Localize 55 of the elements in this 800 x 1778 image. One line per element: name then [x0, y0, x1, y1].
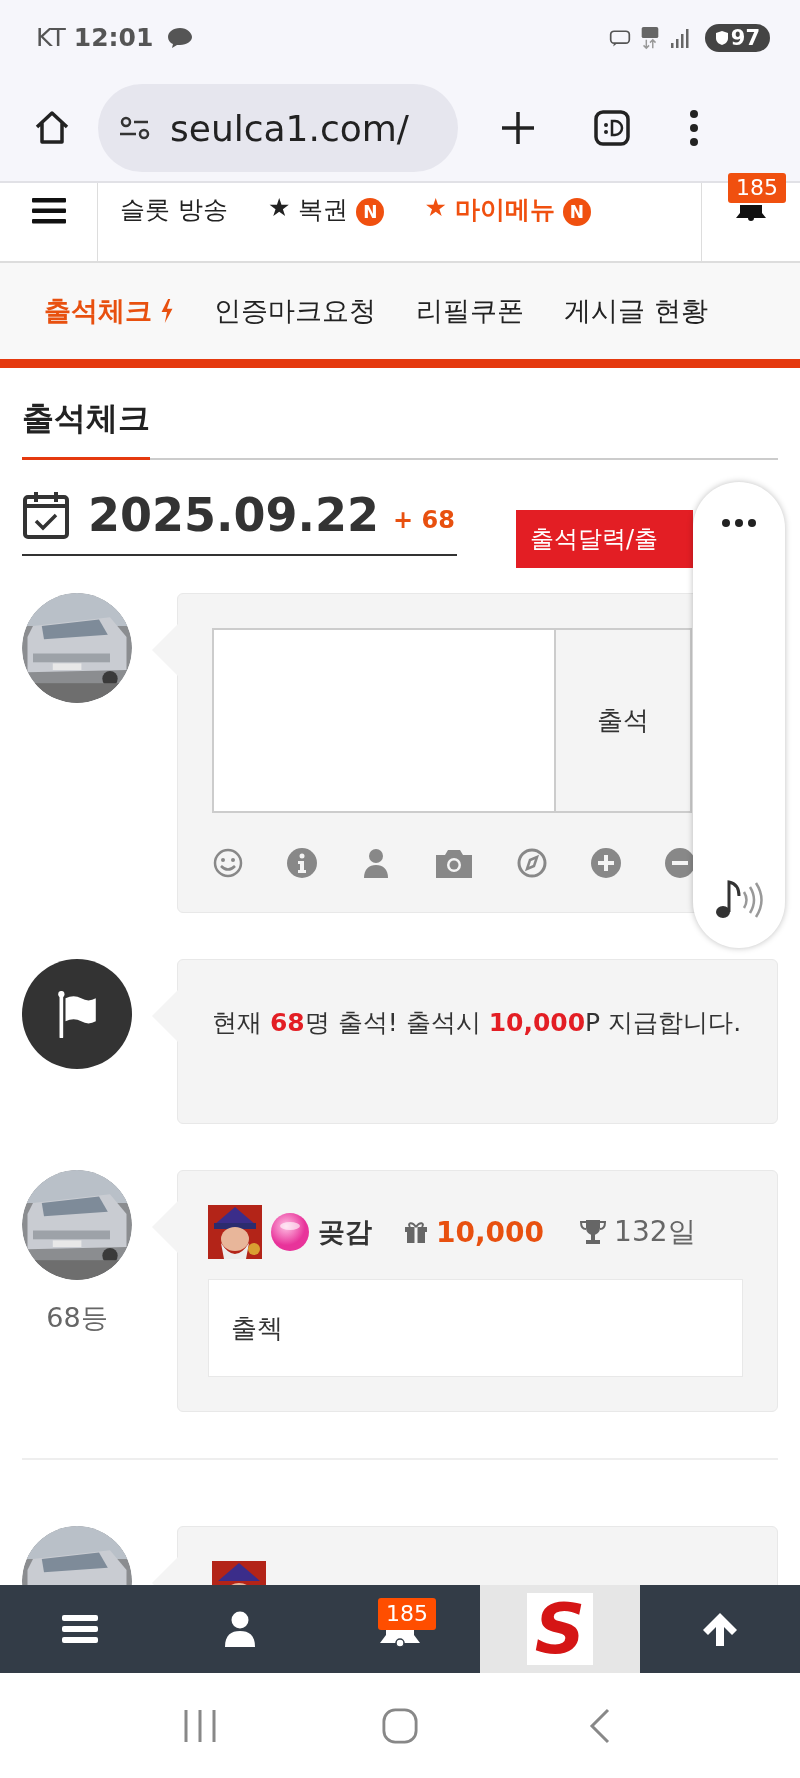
calendar-icon — [22, 490, 70, 540]
nav-link[interactable]: 슬롯 방송 — [120, 193, 228, 233]
info-icon[interactable] — [286, 847, 318, 879]
comment-input[interactable] — [212, 628, 556, 813]
menu-icon[interactable] — [31, 197, 66, 225]
recent-apps-icon[interactable] — [182, 1707, 218, 1744]
point-amount: 10,000 — [436, 1215, 545, 1249]
menu-icon[interactable] — [62, 1614, 98, 1644]
shield-icon — [714, 29, 729, 46]
user-icon[interactable] — [225, 1611, 255, 1647]
tab[interactable]: 인증마크요청 — [214, 293, 376, 329]
music-sound-icon[interactable] — [714, 878, 764, 920]
arrow-up-icon[interactable] — [701, 1611, 739, 1647]
more-icon[interactable] — [688, 108, 700, 148]
date-heading: 2025.09.22 — [88, 488, 379, 542]
camera-icon[interactable] — [434, 847, 474, 879]
user-name[interactable]: 곶감 — [318, 1214, 372, 1250]
comment-body: 출첵 — [208, 1279, 743, 1377]
submit-button[interactable]: 출석 — [556, 628, 692, 813]
level-orb-icon — [270, 1212, 310, 1252]
plus-circle-icon[interactable] — [590, 847, 622, 879]
carrier: KT — [36, 23, 66, 52]
attendance-count: + 68 — [393, 506, 455, 534]
address-bar[interactable]: seulca1.com/ — [98, 84, 458, 172]
flag-icon — [56, 990, 98, 1038]
tab[interactable]: 게시글 현황 — [564, 293, 708, 329]
rank-label: 68등 — [46, 1301, 108, 1335]
new-badge: N — [562, 198, 591, 226]
tab[interactable]: 출석체크 — [44, 293, 174, 329]
chat-icon — [167, 26, 194, 49]
minus-circle-icon[interactable] — [664, 847, 696, 879]
page-title: 출석체크 — [22, 397, 150, 460]
bell-icon[interactable] — [736, 205, 766, 221]
notice-text: 현재 68명 출석! 출석시 10,000P 지급합니다. — [212, 1007, 743, 1039]
smiley-icon[interactable] — [212, 847, 244, 879]
nav-link[interactable]: ★ 복권 N — [267, 193, 385, 233]
calendar-button[interactable]: 출석달력/출 — [516, 510, 693, 568]
trophy-icon — [580, 1219, 607, 1245]
tab[interactable]: 리필쿠폰 — [416, 293, 524, 329]
compass-icon[interactable] — [516, 847, 548, 879]
new-badge: N — [356, 198, 385, 226]
site-logo[interactable]: S — [527, 1593, 593, 1665]
url-text: seulca1.com/ — [170, 107, 409, 149]
more-icon[interactable] — [721, 518, 757, 528]
nav-link[interactable]: ★ 마이메뉴 N — [424, 193, 591, 233]
notification-count: 185 — [378, 1598, 436, 1630]
tune-icon — [118, 115, 152, 141]
notification-count: 185 — [728, 173, 786, 203]
home-button-icon[interactable] — [382, 1707, 418, 1744]
gift-icon — [404, 1221, 428, 1243]
tab-switcher-icon[interactable] — [592, 108, 632, 148]
battery-indicator: 97 — [704, 23, 770, 52]
streak-days: 132일 — [614, 1213, 696, 1251]
clock: 12:01 — [73, 23, 154, 52]
lightning-icon — [160, 299, 174, 323]
